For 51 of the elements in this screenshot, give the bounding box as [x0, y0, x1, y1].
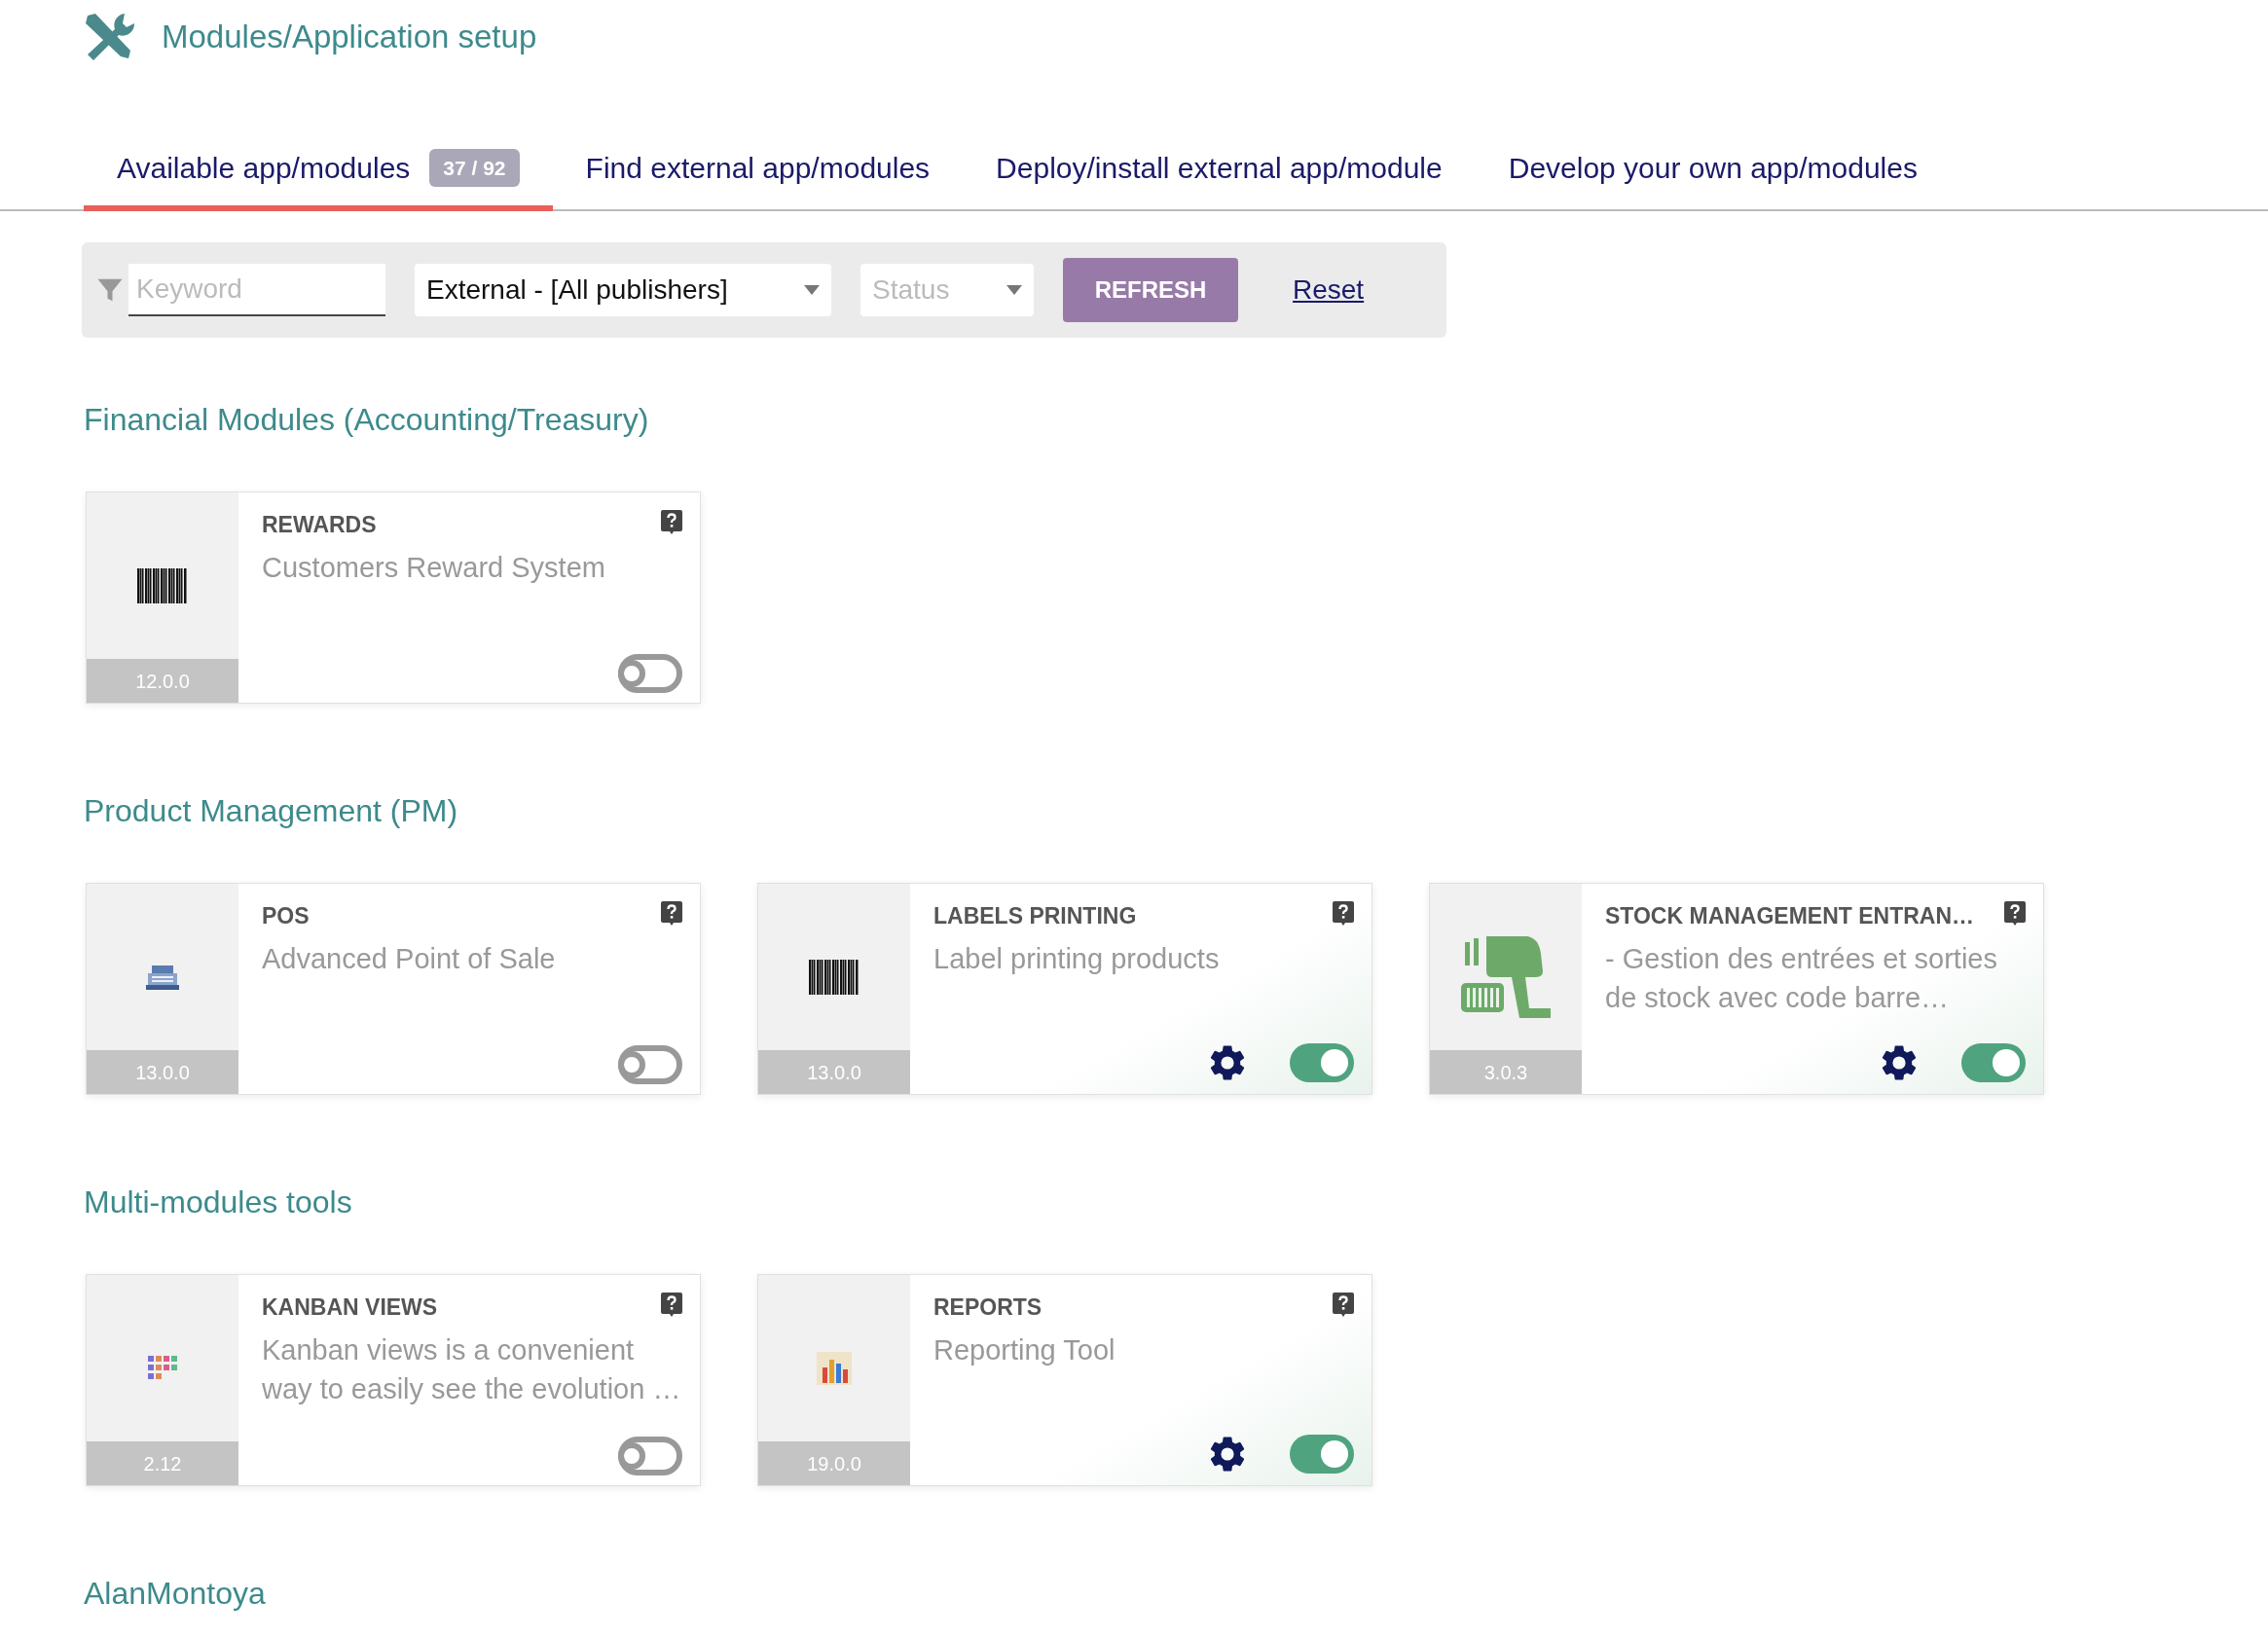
version-label: 2.12	[87, 1441, 238, 1485]
count-badge: 37 / 92	[429, 148, 520, 188]
toggle-switch[interactable]	[1290, 1435, 1354, 1474]
section-heading: Product Management (PM)	[84, 792, 459, 830]
help-icon[interactable]	[661, 510, 682, 535]
section-heading: Multi-modules tools	[84, 1184, 353, 1221]
module-description: - Gestion des entrées et sorties de stock avec code barre…	[1605, 941, 1998, 1015]
caret-icon	[1006, 285, 1022, 295]
module-name: POS	[262, 902, 310, 930]
module-description: Kanban views is a convenient way to easily see the evolution …	[262, 1332, 682, 1406]
bar-chart-icon	[817, 1351, 852, 1385]
module-description: Reporting Tool	[933, 1332, 1116, 1367]
module-name: LABELS PRINTING	[933, 902, 1137, 930]
help-icon[interactable]	[661, 901, 682, 927]
toggle-switch[interactable]	[618, 1045, 682, 1084]
tab[interactable]: Develop your own app/modules	[1475, 136, 1951, 211]
barcode-icon	[809, 959, 860, 995]
module-description: Customers Reward System	[262, 550, 606, 585]
version-label: 19.0.0	[758, 1441, 910, 1485]
kanban-board-icon	[148, 1355, 177, 1381]
reset-link[interactable]: Reset	[1293, 270, 1365, 310]
version-label: 12.0.0	[87, 659, 238, 703]
toggle-switch[interactable]	[1961, 1043, 2026, 1082]
toggle-switch[interactable]	[1290, 1043, 1354, 1082]
section-heading: Financial Modules (Accounting/Treasury)	[84, 401, 650, 439]
module-name: REWARDS	[262, 511, 377, 539]
version-label: 3.0.3	[1430, 1050, 1582, 1094]
tab[interactable]: Available app/modules 37 / 92	[84, 136, 553, 211]
module-name: KANBAN VIEWS	[262, 1293, 438, 1322]
toggle-switch[interactable]	[618, 1437, 682, 1475]
tab[interactable]: Deploy/install external app/module	[963, 136, 1476, 211]
section-heading: AlanMontoya	[84, 1575, 267, 1613]
module-name: STOCK MANAGEMENT ENTRAN…	[1605, 902, 1975, 930]
help-icon[interactable]	[661, 1293, 682, 1318]
version-label: 13.0.0	[758, 1050, 910, 1094]
module-name: REPORTS	[933, 1293, 1043, 1322]
help-icon[interactable]	[1333, 1293, 1354, 1318]
version-label: 13.0.0	[87, 1050, 238, 1094]
module-description: Advanced Point of Sale	[262, 941, 557, 976]
keyword-field[interactable]: Keyword	[128, 264, 385, 316]
help-icon[interactable]	[1333, 901, 1354, 927]
barcode-icon	[137, 567, 188, 603]
tab[interactable]: Find external app/modules	[552, 136, 964, 211]
caret-icon	[804, 285, 820, 295]
help-icon[interactable]	[2004, 901, 2026, 927]
module-description: Label printing products	[933, 941, 1221, 976]
toggle-switch[interactable]	[618, 654, 682, 693]
cash-register-icon	[146, 963, 179, 991]
refresh-button[interactable]: REFRESH	[1063, 258, 1238, 322]
page-title: Modules/Application setup	[162, 18, 537, 57]
publisher-dropdown[interactable]: External - [All publishers]	[415, 264, 831, 316]
